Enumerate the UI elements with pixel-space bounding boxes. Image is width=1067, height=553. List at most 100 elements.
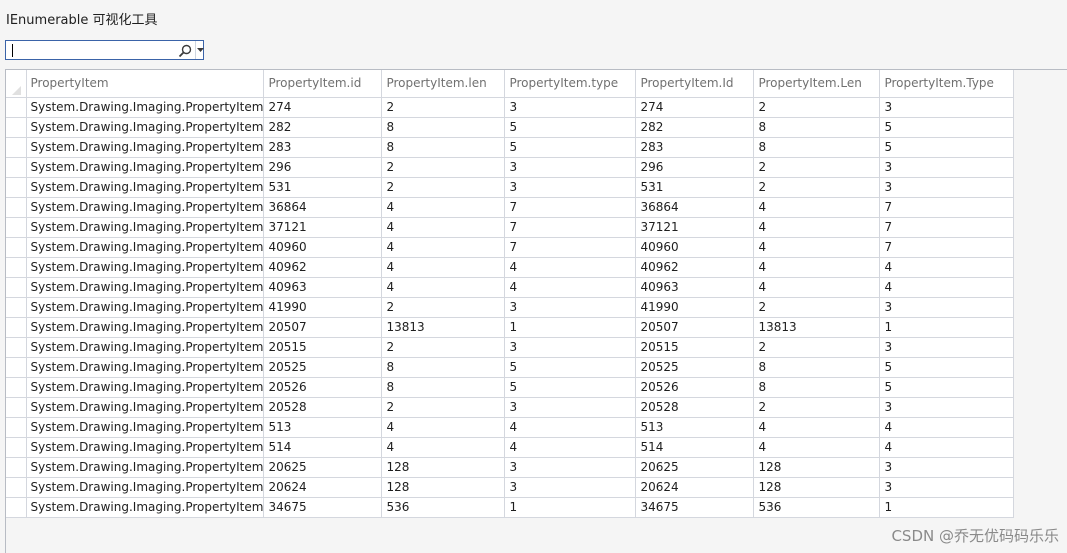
table-cell[interactable]: 274 [635, 97, 755, 118]
table-cell[interactable]: 41990 [263, 297, 383, 318]
table-cell[interactable]: 20507 [263, 317, 383, 338]
table-cell[interactable]: 3 [504, 397, 637, 418]
table-cell[interactable]: System.Drawing.Imaging.PropertyItem [26, 237, 265, 258]
column-header[interactable]: PropertyItem.Len [753, 70, 881, 98]
table-cell[interactable]: 3 [504, 337, 637, 358]
table-cell[interactable]: System.Drawing.Imaging.PropertyItem [26, 257, 265, 278]
row-header[interactable] [6, 137, 27, 158]
table-cell[interactable]: 2 [753, 337, 881, 358]
table-cell[interactable]: System.Drawing.Imaging.PropertyItem [26, 397, 265, 418]
table-cell[interactable]: 4 [381, 257, 506, 278]
table-cell[interactable]: 4 [879, 277, 1015, 298]
table-cell[interactable]: 20625 [635, 457, 755, 478]
column-header[interactable]: PropertyItem.id [263, 70, 383, 98]
table-cell[interactable]: 2 [753, 177, 881, 198]
table-cell[interactable]: System.Drawing.Imaging.PropertyItem [26, 377, 265, 398]
search-icon[interactable] [178, 43, 192, 58]
table-row[interactable]: System.Drawing.Imaging.PropertyItem 37121… [6, 217, 1015, 238]
table-cell[interactable]: 4 [381, 217, 506, 238]
table-cell[interactable]: 8 [381, 117, 506, 138]
table-cell[interactable]: 34675 [635, 497, 755, 518]
table-row[interactable]: System.Drawing.Imaging.PropertyItem 36864… [6, 197, 1015, 218]
table-cell[interactable]: 4 [753, 417, 881, 438]
table-cell[interactable]: 128 [753, 477, 881, 498]
table-cell[interactable]: 4 [381, 277, 506, 298]
row-header[interactable] [6, 297, 27, 318]
table-cell[interactable]: 36864 [263, 197, 383, 218]
row-header[interactable] [6, 237, 27, 258]
table-cell[interactable]: 3 [504, 97, 637, 118]
table-row[interactable]: System.Drawing.Imaging.PropertyItem 514 4 4… [6, 437, 1015, 458]
row-header[interactable] [6, 357, 27, 378]
search-box[interactable] [5, 40, 204, 60]
row-header[interactable] [6, 197, 27, 218]
table-row[interactable]: System.Drawing.Imaging.PropertyItem 513 4 4… [6, 417, 1015, 438]
table-cell[interactable]: 5 [504, 377, 637, 398]
search-input[interactable] [8, 42, 176, 58]
table-cell[interactable]: 3 [504, 457, 637, 478]
table-cell[interactable]: 1 [879, 317, 1015, 338]
table-cell[interactable]: 283 [263, 137, 383, 158]
table-cell[interactable]: System.Drawing.Imaging.PropertyItem [26, 197, 265, 218]
column-header[interactable]: PropertyItem.len [381, 70, 506, 98]
table-cell[interactable]: 531 [635, 177, 755, 198]
table-cell[interactable]: 2 [381, 297, 506, 318]
table-cell[interactable]: 37121 [263, 217, 383, 238]
table-cell[interactable]: 4 [381, 237, 506, 258]
row-header[interactable] [6, 317, 27, 338]
table-cell[interactable]: System.Drawing.Imaging.PropertyItem [26, 417, 265, 438]
row-header[interactable] [6, 417, 27, 438]
table-cell[interactable]: 128 [753, 457, 881, 478]
table-cell[interactable]: 20528 [263, 397, 383, 418]
table-cell[interactable]: System.Drawing.Imaging.PropertyItem [26, 157, 265, 178]
table-cell[interactable]: 296 [263, 157, 383, 178]
table-cell[interactable]: 5 [879, 137, 1015, 158]
table-cell[interactable]: 3 [504, 477, 637, 498]
table-row[interactable]: System.Drawing.Imaging.PropertyItem 20507… [6, 317, 1015, 338]
table-cell[interactable]: 36864 [635, 197, 755, 218]
table-cell[interactable]: System.Drawing.Imaging.PropertyItem [26, 117, 265, 138]
table-cell[interactable]: System.Drawing.Imaging.PropertyItem [26, 317, 265, 338]
column-header[interactable]: PropertyItem.type [504, 70, 637, 98]
row-header[interactable] [6, 457, 27, 478]
table-cell[interactable]: 20624 [263, 477, 383, 498]
table-cell[interactable]: 7 [879, 217, 1015, 238]
table-cell[interactable]: 20624 [635, 477, 755, 498]
table-row[interactable]: System.Drawing.Imaging.PropertyItem 20526… [6, 377, 1015, 398]
table-cell[interactable]: 4 [753, 197, 881, 218]
select-all-icon[interactable] [12, 85, 21, 95]
table-cell[interactable]: 536 [381, 497, 506, 518]
table-cell[interactable]: 2 [381, 97, 506, 118]
table-cell[interactable]: 8 [753, 357, 881, 378]
table-cell[interactable]: 2 [753, 157, 881, 178]
table-cell[interactable]: System.Drawing.Imaging.PropertyItem [26, 457, 265, 478]
table-cell[interactable]: 7 [504, 237, 637, 258]
table-row[interactable]: System.Drawing.Imaging.PropertyItem 41990… [6, 297, 1015, 318]
table-cell[interactable]: 536 [753, 497, 881, 518]
table-cell[interactable]: 2 [381, 157, 506, 178]
table-cell[interactable]: System.Drawing.Imaging.PropertyItem [26, 217, 265, 238]
select-all-corner[interactable] [6, 70, 27, 98]
table-cell[interactable]: 3 [879, 97, 1015, 118]
table-cell[interactable]: 4 [879, 417, 1015, 438]
table-cell[interactable]: 4 [753, 237, 881, 258]
table-cell[interactable]: 3 [504, 297, 637, 318]
table-cell[interactable]: 7 [504, 197, 637, 218]
table-cell[interactable]: 514 [263, 437, 383, 458]
table-row[interactable]: System.Drawing.Imaging.PropertyItem 20525… [6, 357, 1015, 378]
row-header[interactable] [6, 177, 27, 198]
table-row[interactable]: System.Drawing.Imaging.PropertyItem 34675… [6, 497, 1015, 518]
table-cell[interactable]: 4 [381, 197, 506, 218]
row-header[interactable] [6, 257, 27, 278]
table-cell[interactable]: 40962 [635, 257, 755, 278]
table-cell[interactable]: 531 [263, 177, 383, 198]
table-cell[interactable]: 40963 [635, 277, 755, 298]
table-cell[interactable]: System.Drawing.Imaging.PropertyItem [26, 477, 265, 498]
table-cell[interactable]: 4 [753, 437, 881, 458]
table-cell[interactable]: 7 [504, 217, 637, 238]
table-cell[interactable]: 8 [381, 137, 506, 158]
table-cell[interactable]: 5 [504, 117, 637, 138]
table-cell[interactable]: 20525 [263, 357, 383, 378]
table-cell[interactable]: 20515 [635, 337, 755, 358]
table-row[interactable]: System.Drawing.Imaging.PropertyItem 40963… [6, 277, 1015, 298]
